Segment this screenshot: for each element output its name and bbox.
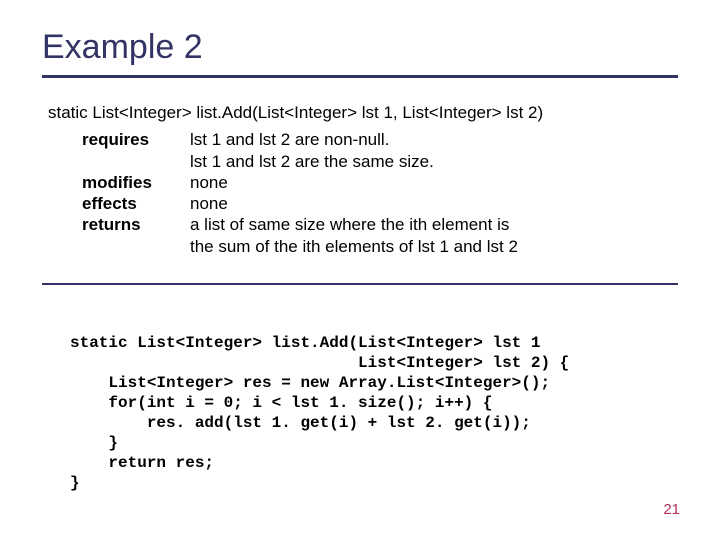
spec-key-blank-2 bbox=[82, 236, 190, 257]
spec-key-effects: effects bbox=[82, 193, 190, 214]
slide-title: Example 2 bbox=[42, 28, 678, 67]
code-line-8: } bbox=[70, 474, 80, 492]
method-signature: static List<Integer> list.Add(List<Integ… bbox=[48, 102, 678, 123]
spec-val-requires-1: lst 1 and lst 2 are non-null. bbox=[190, 129, 678, 150]
code-line-1: static List<Integer> list.Add(List<Integ… bbox=[70, 334, 540, 352]
code-line-6: } bbox=[70, 434, 118, 452]
title-rule bbox=[42, 75, 678, 78]
code-line-4: for(int i = 0; i < lst 1. size(); i++) { bbox=[70, 394, 492, 412]
spec-key-requires: requires bbox=[82, 129, 190, 150]
spec-val-requires-2: lst 1 and lst 2 are the same size. bbox=[190, 151, 678, 172]
spec-val-returns-2: the sum of the ith elements of lst 1 and… bbox=[190, 236, 678, 257]
code-line-3: List<Integer> res = new Array.List<Integ… bbox=[70, 374, 550, 392]
spec-key-blank bbox=[82, 151, 190, 172]
code-block: static List<Integer> list.Add(List<Integ… bbox=[70, 313, 678, 493]
spec-key-modifies: modifies bbox=[82, 172, 190, 193]
spec-val-effects: none bbox=[190, 193, 678, 214]
spec-val-returns-1: a list of same size where the ith elemen… bbox=[190, 214, 678, 235]
spec-returns-cont: the sum of the ith elements of lst 1 and… bbox=[82, 236, 678, 257]
spec-requires: requires lst 1 and lst 2 are non-null. bbox=[82, 129, 678, 150]
spec-val-modifies: none bbox=[190, 172, 678, 193]
mid-rule bbox=[42, 283, 678, 285]
page-number: 21 bbox=[663, 501, 680, 518]
spec-modifies: modifies none bbox=[82, 172, 678, 193]
spec-block: requires lst 1 and lst 2 are non-null. l… bbox=[82, 129, 678, 257]
code-line-2: List<Integer> lst 2) { bbox=[70, 354, 569, 372]
code-line-7: return res; bbox=[70, 454, 214, 472]
spec-returns: returns a list of same size where the it… bbox=[82, 214, 678, 235]
spec-requires-cont: lst 1 and lst 2 are the same size. bbox=[82, 151, 678, 172]
spec-key-returns: returns bbox=[82, 214, 190, 235]
spec-effects: effects none bbox=[82, 193, 678, 214]
code-line-5: res. add(lst 1. get(i) + lst 2. get(i)); bbox=[70, 414, 531, 432]
slide: Example 2 static List<Integer> list.Add(… bbox=[0, 0, 720, 540]
